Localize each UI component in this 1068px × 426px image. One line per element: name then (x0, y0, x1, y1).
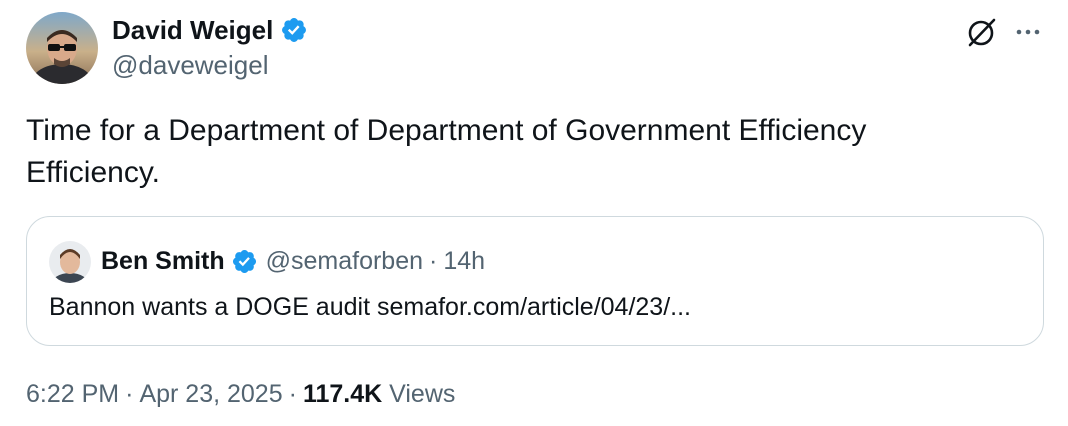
quoted-author-handle: @semaforben (265, 246, 424, 275)
quoted-tweet[interactable]: Ben Smith @semaforben · 14h Bannon wants… (26, 216, 1044, 346)
author-name-row: David Weigel (112, 13, 308, 47)
author-avatar[interactable] (26, 12, 98, 84)
quoted-author-avatar[interactable] (49, 241, 91, 283)
more-options-icon[interactable] (1012, 16, 1044, 48)
views-count: 117.4K (302, 380, 383, 408)
quoted-separator: · (429, 246, 438, 275)
author-handle[interactable]: @daveweigel (112, 50, 268, 81)
grok-icon[interactable] (964, 14, 1000, 50)
quoted-timestamp: 14h (443, 246, 486, 275)
quoted-tweet-text: Bannon wants a DOGE audit semafor.com/ar… (49, 293, 691, 321)
tweet-date[interactable]: Apr 23, 2025 (139, 380, 282, 408)
tweet-text: Time for a Department of Department of G… (26, 114, 867, 189)
tweet-card: David Weigel @daveweigel Time for a Depa… (0, 0, 1068, 426)
tweet-time[interactable]: 6:22 PM (26, 380, 119, 408)
verified-badge-icon (231, 248, 258, 275)
verified-badge-icon (280, 16, 308, 44)
meta-separator: · (125, 380, 134, 408)
views-label: Views (389, 380, 456, 408)
tweet-meta-row: 6:22 PM · Apr 23, 2025 · 117.4K Views (26, 380, 455, 409)
author-display-name[interactable]: David Weigel (112, 15, 273, 46)
meta-separator: · (288, 380, 297, 408)
quoted-author-name: Ben Smith (101, 246, 225, 275)
quoted-tweet-header: Ben Smith @semaforben · 14h (101, 243, 485, 279)
